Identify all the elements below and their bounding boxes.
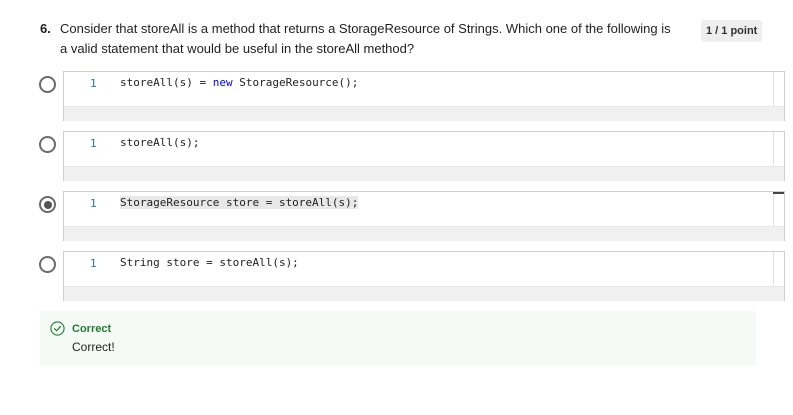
- line-number: 1: [90, 137, 97, 150]
- code-area: 1 storeAll(s) = new StorageResource();: [64, 72, 774, 106]
- code-area: 1 StorageResource store = storeAll(s);: [64, 192, 774, 226]
- editor-footer-bar: [64, 166, 784, 181]
- radio-button-option-4[interactable]: [39, 256, 56, 273]
- question-text: Consider that storeAll is a method that …: [60, 21, 671, 56]
- code-text: StorageResource();: [232, 76, 359, 89]
- code-editor-option-2: 1 storeAll(s);: [63, 131, 785, 181]
- code-editor-option-4: 1 String store = storeAll(s);: [63, 251, 785, 301]
- code-line: storeAll(s);: [120, 136, 200, 149]
- code-keyword: new: [212, 76, 233, 89]
- points-badge: 1 / 1 point: [701, 20, 763, 42]
- feedback-panel: Correct Correct!: [40, 311, 756, 366]
- check-circle-icon: [50, 321, 65, 336]
- code-text: storeAll(s) =: [120, 76, 213, 89]
- answer-option-1[interactable]: 1 storeAll(s) = new StorageResource();: [0, 71, 793, 126]
- editor-footer-bar: [64, 226, 784, 241]
- answer-option-4[interactable]: 1 String store = storeAll(s);: [0, 251, 793, 306]
- editor-footer-bar: [64, 286, 784, 301]
- code-editor-option-1: 1 storeAll(s) = new StorageResource();: [63, 71, 785, 121]
- question-number: 6.: [40, 21, 51, 36]
- code-area: 1 String store = storeAll(s);: [64, 252, 774, 286]
- answer-option-2[interactable]: 1 storeAll(s);: [0, 131, 793, 186]
- scrollbar-thumb[interactable]: [773, 192, 784, 194]
- line-number: 1: [90, 77, 97, 90]
- radio-button-option-3[interactable]: [39, 196, 56, 213]
- code-line: storeAll(s) = new StorageResource();: [120, 76, 358, 89]
- line-number: 1: [90, 257, 97, 270]
- feedback-text: Correct!: [72, 340, 115, 354]
- code-line: StorageResource store = storeAll(s);: [120, 196, 359, 209]
- code-line: String store = storeAll(s);: [120, 256, 299, 269]
- feedback-title: Correct: [72, 323, 112, 335]
- code-editor-option-3: 1 StorageResource store = storeAll(s);: [63, 191, 785, 241]
- answer-option-3[interactable]: 1 StorageResource store = storeAll(s);: [0, 191, 793, 246]
- code-area: 1 storeAll(s);: [64, 132, 774, 166]
- editor-footer-bar: [64, 106, 784, 121]
- radio-button-option-2[interactable]: [39, 136, 56, 153]
- radio-button-option-1[interactable]: [39, 76, 56, 93]
- line-number: 1: [90, 197, 97, 210]
